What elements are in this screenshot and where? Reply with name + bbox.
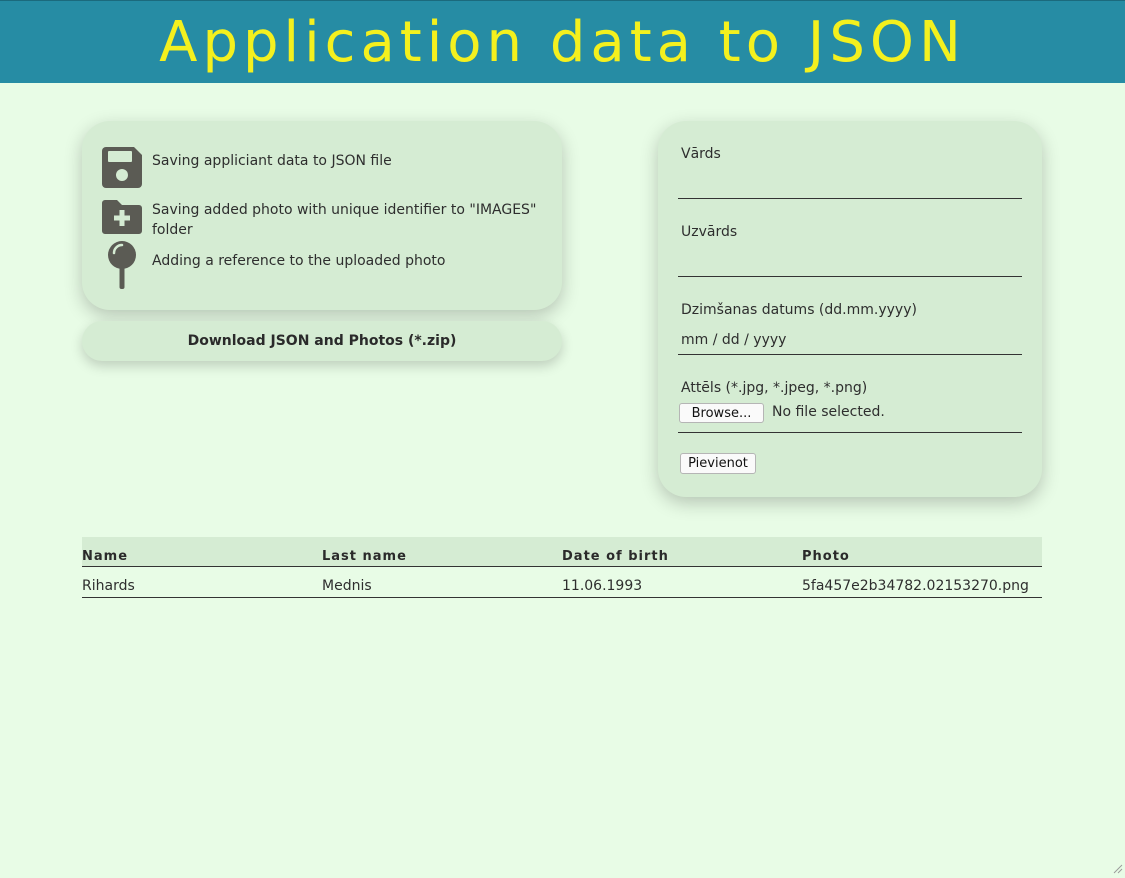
info-item-label: Adding a reference to the uploaded photo bbox=[152, 253, 446, 269]
photo-label: Attēls (*.jpg, *.jpeg, *.png) bbox=[681, 380, 868, 396]
first-name-label: Vārds bbox=[681, 146, 721, 162]
dob-underline bbox=[678, 354, 1022, 355]
cell-photo: 5fa457e2b34782.02153270.png bbox=[802, 578, 1029, 594]
info-item-save: Saving appliciant data to JSON file bbox=[100, 146, 542, 190]
info-item-reference: Adding a reference to the uploaded photo bbox=[100, 241, 542, 293]
cell-last-name: Mednis bbox=[322, 578, 372, 594]
dob-label: Dzimšanas datums (dd.mm.yyyy) bbox=[681, 302, 917, 318]
first-name-underline bbox=[678, 198, 1022, 199]
first-name-input[interactable] bbox=[678, 171, 1022, 199]
last-name-underline bbox=[678, 276, 1022, 277]
table-header: Name Last name Date of birth Photo bbox=[82, 537, 1042, 567]
map-pin-icon bbox=[100, 241, 144, 293]
info-card: Saving appliciant data to JSON file Savi… bbox=[82, 121, 562, 310]
info-item-label: Saving added photo with unique identifie… bbox=[152, 202, 537, 238]
download-zip-button[interactable]: Download JSON and Photos (*.zip) bbox=[82, 321, 562, 361]
last-name-input[interactable] bbox=[678, 249, 1022, 277]
resize-handle-icon[interactable] bbox=[1111, 859, 1123, 874]
column-header-name: Name bbox=[82, 549, 129, 564]
column-header-date-of-birth: Date of birth bbox=[562, 549, 669, 564]
dob-input[interactable]: mm / dd / yyyy bbox=[681, 332, 786, 348]
photo-underline bbox=[678, 432, 1022, 433]
last-name-label: Uzvārds bbox=[681, 224, 738, 240]
applicants-table: Name Last name Date of birth Photo Rihar… bbox=[82, 537, 1042, 598]
folder-plus-icon bbox=[100, 195, 144, 239]
cell-name: Rihards bbox=[82, 578, 135, 594]
table-row: Rihards Mednis 11.06.1993 5fa457e2b34782… bbox=[82, 567, 1042, 598]
info-item-label: Saving appliciant data to JSON file bbox=[152, 153, 392, 169]
page-header: Application data to JSON bbox=[0, 0, 1125, 83]
column-header-photo: Photo bbox=[802, 549, 850, 564]
column-header-last-name: Last name bbox=[322, 549, 407, 564]
application-form: Vārds Uzvārds Dzimšanas datums (dd.mm.yy… bbox=[658, 121, 1042, 497]
save-icon bbox=[100, 146, 144, 190]
browse-button[interactable]: Browse... bbox=[679, 403, 764, 423]
page-title: Application data to JSON bbox=[159, 10, 966, 75]
info-item-folder: Saving added photo with unique identifie… bbox=[100, 195, 542, 240]
file-status: No file selected. bbox=[772, 404, 885, 420]
submit-button[interactable]: Pievienot bbox=[680, 453, 756, 474]
cell-date-of-birth: 11.06.1993 bbox=[562, 578, 643, 594]
